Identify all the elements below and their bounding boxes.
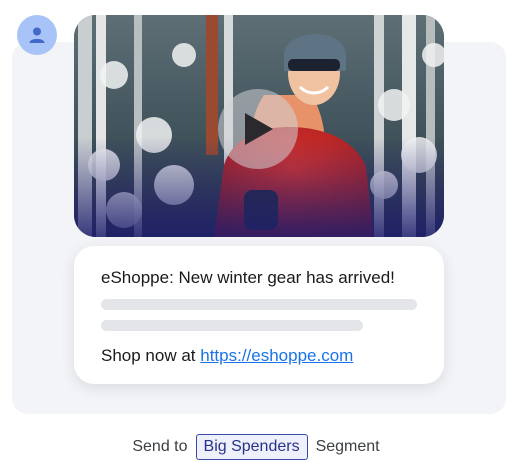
segment-label: Segment <box>315 438 380 455</box>
message-card: eShoppe: New winter gear has arrived! Sh… <box>74 246 444 384</box>
video-thumbnail[interactable] <box>74 15 444 237</box>
cta-prefix: Shop now at <box>101 346 201 365</box>
segment-chip[interactable]: Big Spenders <box>195 434 308 460</box>
audience-line: Send to Big Spenders Segment <box>0 433 512 461</box>
avatar <box>17 15 57 55</box>
message-cta: Shop now at https://eshoppe.com <box>101 346 353 366</box>
play-button[interactable] <box>218 89 298 169</box>
placeholder-line <box>101 299 417 310</box>
shop-link[interactable]: https://eshoppe.com <box>200 346 353 365</box>
person-icon <box>29 27 45 43</box>
message-preview: eShoppe: New winter gear has arrived! Sh… <box>0 0 512 470</box>
message-title: eShoppe: New winter gear has arrived! <box>101 268 395 287</box>
placeholder-line <box>101 320 363 331</box>
send-to-label: Send to <box>132 438 188 455</box>
play-icon <box>245 113 273 145</box>
